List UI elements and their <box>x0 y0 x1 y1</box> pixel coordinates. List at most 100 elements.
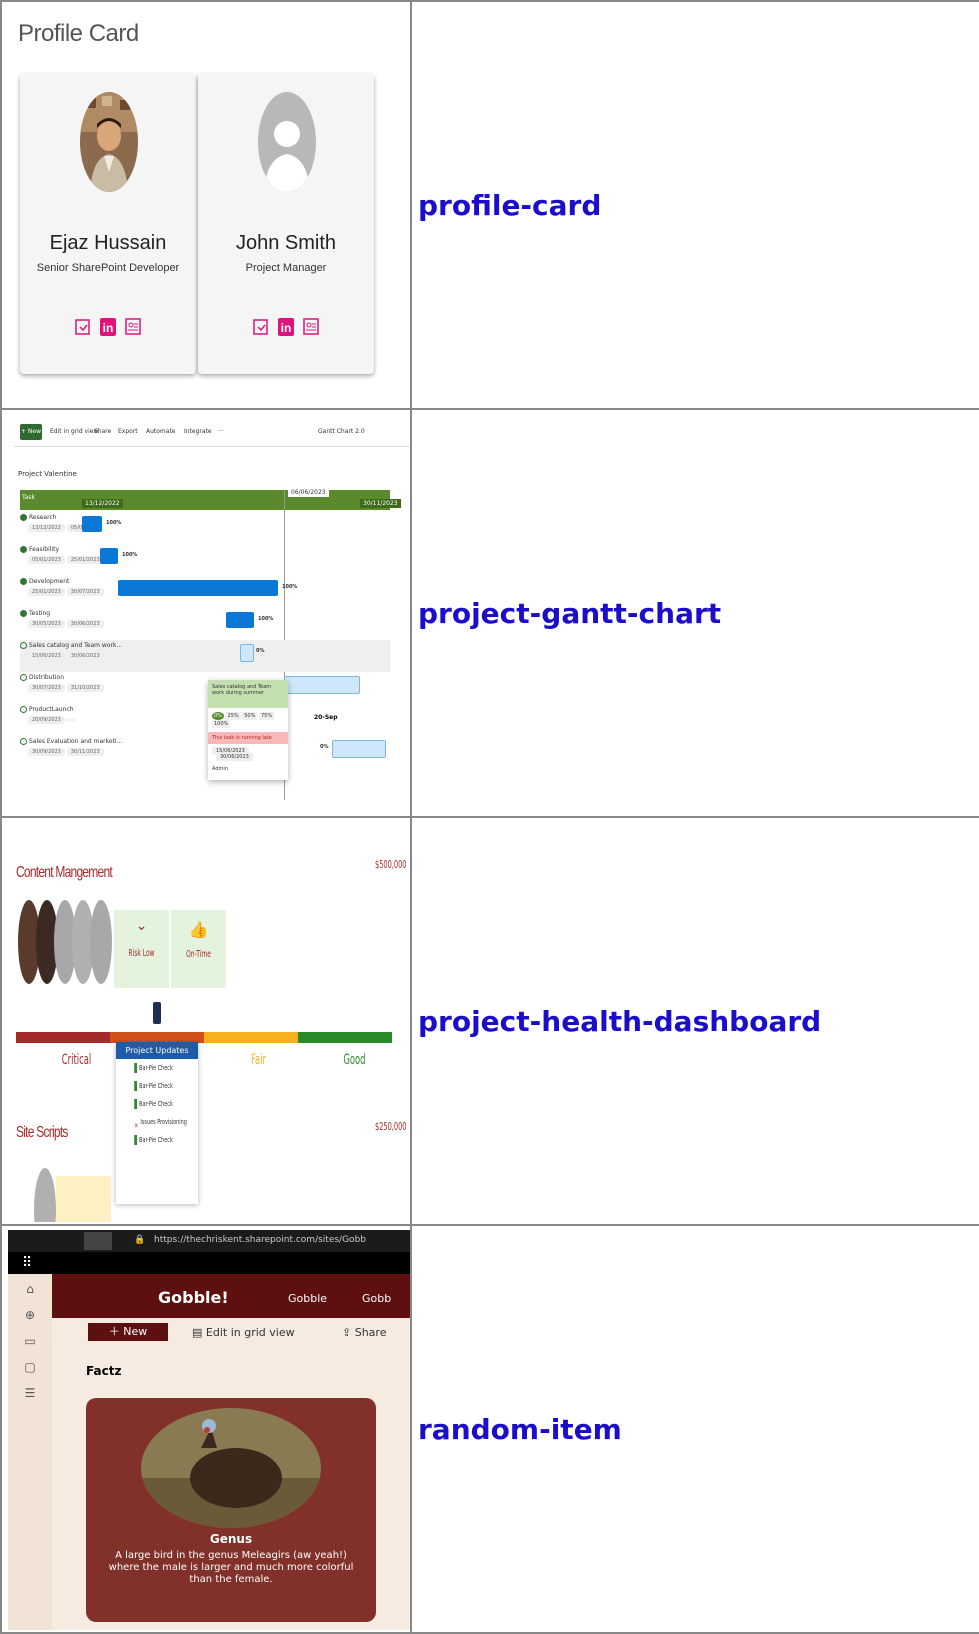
link-random-item[interactable]: random-item <box>418 1413 622 1446</box>
task-end-date[interactable]: 31/10/2023 <box>66 684 104 692</box>
today-marker-date: 06/06/2023 <box>288 488 329 497</box>
news-icon[interactable]: ▭ <box>8 1334 52 1360</box>
task-end-date[interactable]: 30/06/2023 <box>66 620 104 628</box>
task-progress-label: 100% <box>106 520 122 526</box>
list-view: Factz Genus A large bird in the genus Me… <box>52 1348 409 1630</box>
new-button[interactable]: ＋ New <box>88 1323 168 1341</box>
gantt-task-row[interactable]: ProductLaunch 20/09/2023 <box>20 706 77 724</box>
view-selector[interactable]: Gantt Chart 2.0 <box>318 428 365 435</box>
task-start-date[interactable]: 20/09/2023 <box>28 716 65 724</box>
task-start-date[interactable]: 30/09/2023 <box>28 748 65 756</box>
task-start-date[interactable]: 30/05/2023 <box>28 620 65 628</box>
avatar-placeholder <box>90 900 112 984</box>
progress-option[interactable]: 0% <box>212 712 224 720</box>
task-status-icon[interactable] <box>20 642 27 649</box>
share-button[interactable]: ⇪ Share <box>342 1326 386 1339</box>
task-status-icon[interactable] <box>20 674 27 681</box>
updates-title: Project Updates <box>116 1042 198 1059</box>
progress-option[interactable]: 50% <box>242 712 258 720</box>
site-header: Gobble! Gobble Gobb <box>52 1274 409 1318</box>
scale-label-good: Good <box>343 1052 366 1068</box>
task-status-icon[interactable] <box>20 706 27 713</box>
update-text: Bar-Pie Check <box>139 1082 173 1090</box>
browser-address-bar[interactable]: 🔒 https://thechriskent.sharepoint.com/si… <box>8 1230 409 1252</box>
profile-name: John Smith <box>235 232 337 254</box>
progress-option[interactable]: 75% <box>258 712 275 720</box>
gantt-task-row[interactable]: Testing 30/05/2023 30/06/2023 <box>20 610 106 628</box>
outlook-calendar-icon[interactable] <box>252 317 270 337</box>
share-icon: ⇪ <box>342 1326 355 1339</box>
export-button[interactable]: Export <box>118 428 138 435</box>
gantt-bar[interactable] <box>118 580 278 596</box>
profile-card: John Smith Project Manager in <box>198 74 374 374</box>
link-profile-card[interactable]: profile-card <box>418 189 601 222</box>
project-budget: $500,000 <box>374 858 407 871</box>
status-pointer-icon[interactable] <box>153 1002 161 1024</box>
task-end-date[interactable]: 25/01/2023 <box>66 556 104 564</box>
outlook-calendar-icon[interactable] <box>74 317 92 337</box>
gantt-task-row[interactable]: Distribution 30/07/2023 31/10/2023 <box>20 674 106 692</box>
task-start-date[interactable]: 15/06/2023 <box>28 652 65 660</box>
task-progress-label: 0% <box>320 744 329 750</box>
contact-card-icon[interactable] <box>302 317 320 337</box>
popup-end-date[interactable]: 30/06/2023 <box>216 753 253 761</box>
task-end-date[interactable]: 30/11/2023 <box>66 748 104 756</box>
task-name: Distribution <box>29 674 65 681</box>
profile-role: Senior SharePoint Developer <box>36 262 180 274</box>
task-end-date[interactable] <box>66 719 75 721</box>
linkedin-icon[interactable]: in <box>99 317 117 337</box>
fact-card[interactable]: Genus A large bird in the genus Meleagir… <box>86 1398 376 1622</box>
link-project-health-dashboard[interactable]: project-health-dashboard <box>418 1005 821 1038</box>
linkedin-icon[interactable]: in <box>277 317 295 337</box>
task-end-date[interactable]: 30/07/2023 <box>66 588 104 596</box>
app-launcher-icon[interactable]: ⠿ <box>22 1255 32 1271</box>
task-start-date[interactable]: 25/01/2023 <box>28 588 65 596</box>
task-status-icon[interactable] <box>20 514 27 521</box>
task-name: Sales catalog and Team work... <box>29 642 123 649</box>
gantt-bar[interactable] <box>240 644 254 662</box>
site-title[interactable]: Gobble! <box>158 1288 229 1307</box>
task-status-icon[interactable] <box>20 738 27 745</box>
edit-grid-button[interactable]: ▤ Edit in grid view <box>192 1326 295 1339</box>
more-button[interactable]: ··· <box>218 428 224 435</box>
nav-link[interactable]: Gobble <box>288 1292 327 1305</box>
avatar-placeholder <box>34 1168 56 1222</box>
gantt-bar[interactable] <box>82 516 102 532</box>
progress-option[interactable]: 100% <box>212 720 231 728</box>
task-detail-popup[interactable]: Sales catalog and Team work during summe… <box>208 680 288 780</box>
share-label: Share <box>354 1326 387 1339</box>
progress-option[interactable]: 25% <box>225 712 241 720</box>
automate-button[interactable]: Automate <box>146 428 176 435</box>
task-start-date[interactable]: 30/07/2023 <box>28 684 65 692</box>
files-icon[interactable]: ▢ <box>8 1360 52 1386</box>
gantt-bar[interactable] <box>332 740 386 758</box>
gantt-task-row[interactable]: Sales Evaluation and marketi... 30/09/202… <box>20 738 122 756</box>
integrate-button[interactable]: Integrate <box>184 428 212 435</box>
home-icon[interactable]: ⌂ <box>8 1282 52 1308</box>
scale-good <box>298 1032 392 1043</box>
task-end-date[interactable]: 30/06/2023 <box>66 652 104 660</box>
task-status-icon[interactable] <box>20 578 27 585</box>
gantt-task-row[interactable]: Development 25/01/2023 30/07/2023 <box>20 578 106 596</box>
share-button[interactable]: Share <box>94 428 111 435</box>
lists-icon[interactable]: ☰ <box>8 1386 52 1412</box>
avatar-placeholder <box>258 92 316 192</box>
gantt-task-row[interactable]: Sales catalog and Team work... 15/06/2023… <box>20 642 122 660</box>
gantt-task-row[interactable]: Feasibility 05/01/2023 25/01/2023 <box>20 546 106 564</box>
gantt-bar[interactable] <box>226 612 254 628</box>
gantt-bar[interactable] <box>284 676 360 694</box>
edit-grid-button[interactable]: Edit in grid view <box>50 428 98 435</box>
nav-link[interactable]: Gobb <box>362 1292 391 1305</box>
lock-icon: 🔒 <box>134 1235 146 1245</box>
project-updates-popup[interactable]: Project Updates Bar-Pie Check Bar-Pie Ch… <box>116 1042 198 1204</box>
task-status-icon[interactable] <box>20 546 27 553</box>
task-start-date[interactable]: 05/01/2023 <box>28 556 65 564</box>
task-status-icon[interactable] <box>20 610 27 617</box>
new-button[interactable]: + New <box>20 424 42 440</box>
globe-icon[interactable]: ⊕ <box>8 1308 52 1334</box>
svg-text:in: in <box>103 321 114 335</box>
link-project-gantt-chart[interactable]: project-gantt-chart <box>418 597 721 630</box>
task-start-date[interactable]: 13/12/2022 <box>28 524 65 532</box>
contact-card-icon[interactable] <box>124 317 142 337</box>
gantt-bar[interactable] <box>100 548 118 564</box>
